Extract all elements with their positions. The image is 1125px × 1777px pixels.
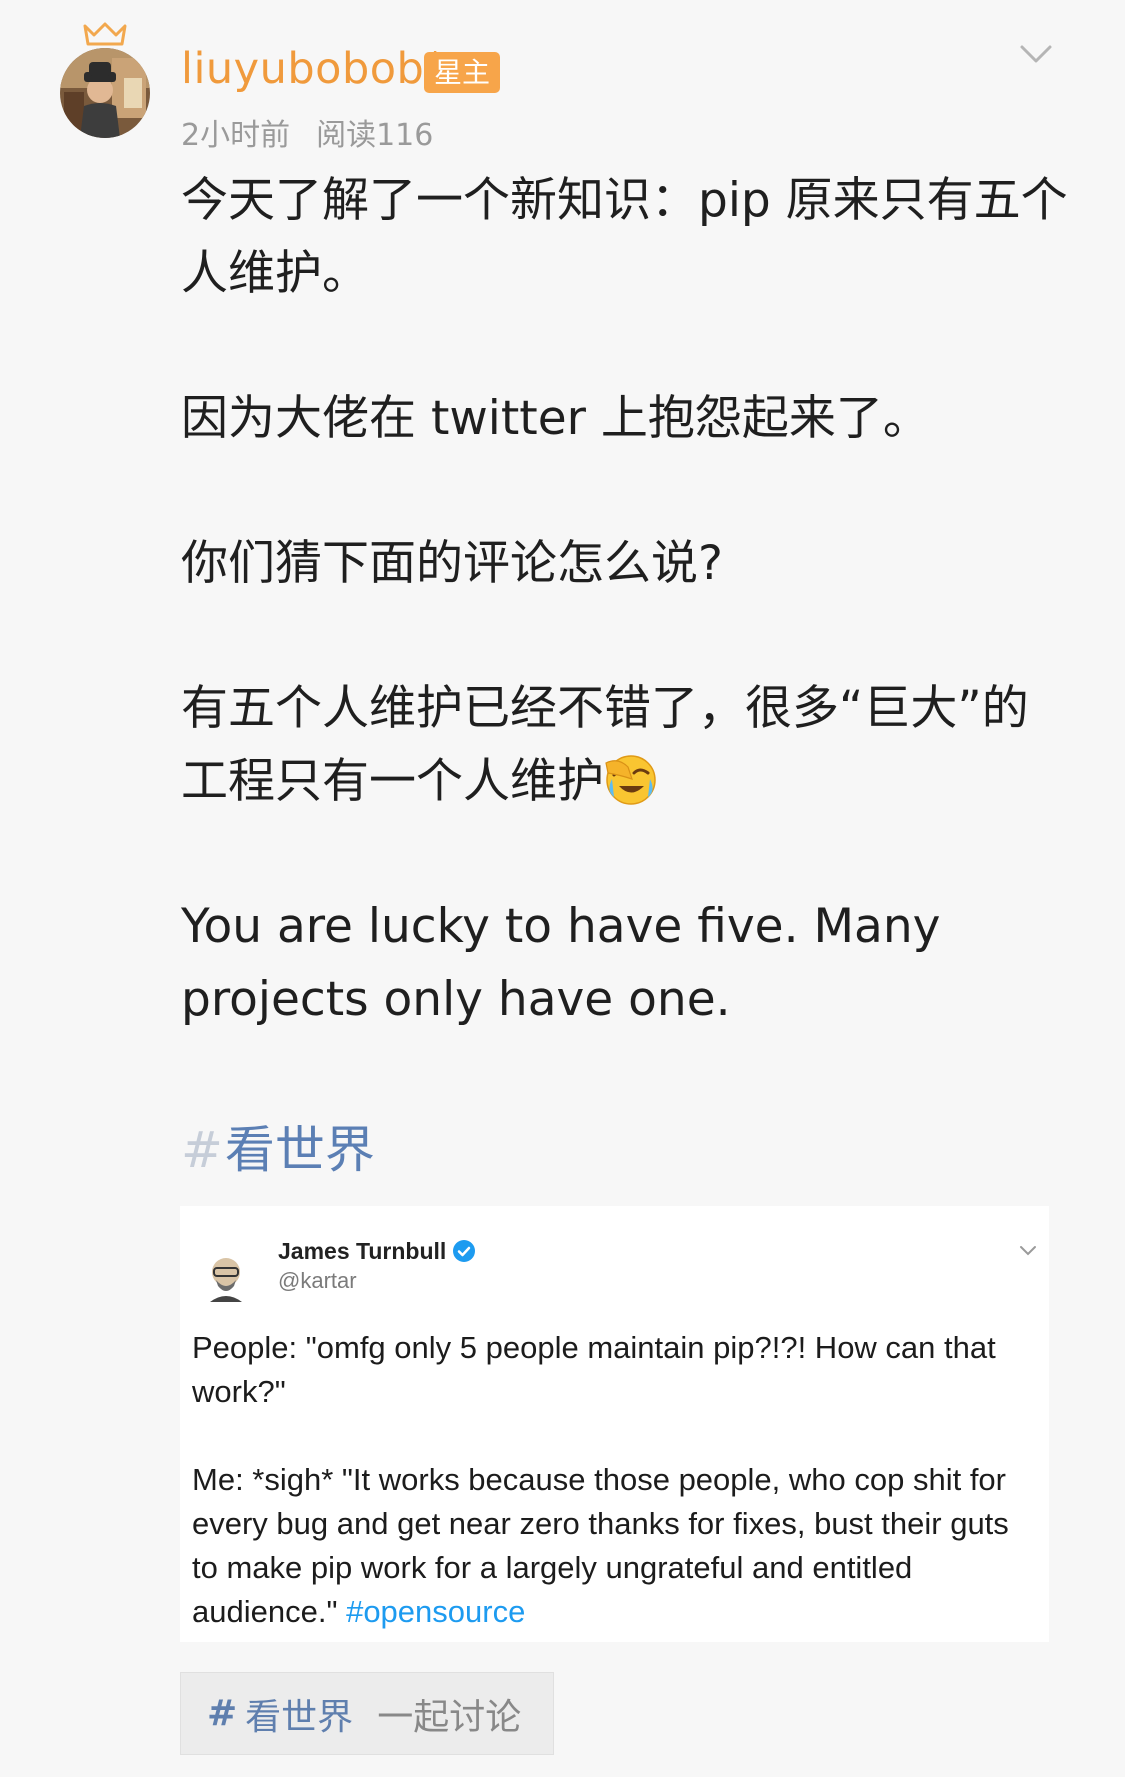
topic-chip-action: 一起讨论: [377, 1696, 522, 1738]
hashtag-icon: #: [181, 1121, 223, 1179]
post-topic-link[interactable]: #看世界: [181, 1110, 375, 1182]
tweet-author-name-text: James Turnbull: [278, 1238, 447, 1264]
hashtag-icon: #: [207, 1693, 238, 1734]
facepalm-crying-emoji-icon: [605, 755, 656, 805]
tweet-line-with-hashtag: Me: *sigh* "It works because those peopl…: [192, 1458, 1037, 1634]
tweet-author-handle: @kartar: [278, 1268, 357, 1293]
post-body: 今天了解了一个新知识：pip 原来只有五个人维护。 因为大佬在 twitter …: [181, 164, 1071, 1036]
tweet-hashtag: #opensource: [346, 1594, 526, 1629]
post-paragraph: 今天了解了一个新知识：pip 原来只有五个人维护。: [181, 173, 1068, 301]
topic-discussion-button[interactable]: # 看世界 一起讨论: [180, 1672, 554, 1755]
tweet-screenshot-card[interactable]: James Turnbull @kartar People: "omfg onl…: [180, 1206, 1049, 1642]
author-badge: 星主: [424, 52, 501, 93]
tweet-author-avatar: [210, 1258, 242, 1302]
post-time: 2小时前: [181, 118, 291, 153]
post-paragraph: 因为大佬在 twitter 上抱怨起来了。: [181, 391, 930, 446]
post-paragraph-with-emoji: 有五个人维护已经不错了，很多“巨大”的工程只有一个人维护: [181, 672, 1071, 818]
tweet-text: People: "omfg only 5 people maintain pip…: [192, 1326, 1037, 1634]
tweet-line: People: "omfg only 5 people maintain pip…: [192, 1330, 996, 1409]
author-avatar[interactable]: [60, 48, 150, 138]
post-meta: 2小时前 阅读116: [181, 110, 433, 154]
post-paragraph: You are lucky to have five. Many project…: [181, 899, 941, 1027]
topic-chip-label: 看世界: [245, 1696, 354, 1738]
post-read-count: 阅读116: [316, 118, 434, 153]
crown-icon: [83, 22, 127, 46]
author-name[interactable]: liuyubobob*: [181, 44, 446, 94]
tweet-line: Me: *sigh* "It works because those peopl…: [192, 1462, 1009, 1629]
verified-badge-icon: [453, 1240, 476, 1262]
chevron-down-icon[interactable]: [1018, 42, 1054, 66]
tweet-chevron-down-icon: [1020, 1246, 1036, 1256]
post-paragraph: 你们猜下面的评论怎么说?: [181, 536, 723, 591]
topic-label: 看世界: [224, 1121, 375, 1179]
tweet-author-name: James Turnbull: [278, 1238, 476, 1265]
